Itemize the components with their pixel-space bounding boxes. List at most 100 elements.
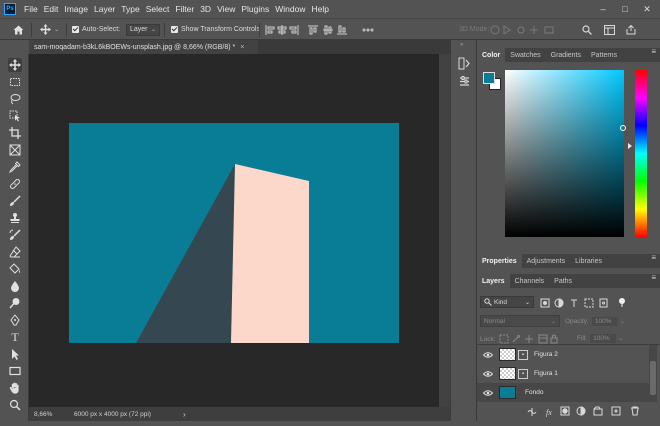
blur-icon[interactable] [8, 279, 22, 293]
move-tool-preset-picker[interactable]: ⌄ [40, 19, 62, 40]
photoshop-logo: Ps [4, 3, 16, 15]
canvas-area[interactable] [29, 54, 439, 407]
lock-controls: Lock: [480, 334, 559, 344]
show-transform-controls-checkbox[interactable]: Show Transform Controls [171, 19, 260, 40]
layer-row-figura-1[interactable]: ▪ Figura 1 [477, 364, 649, 383]
layer-filter-icons[interactable] [539, 296, 629, 308]
tools-panel: T [0, 54, 29, 421]
tab-paths[interactable]: Paths [549, 274, 577, 288]
eye-icon[interactable] [481, 370, 495, 377]
tab-patterns[interactable]: Patterns [586, 48, 622, 62]
pen-icon[interactable] [8, 313, 22, 327]
separator [164, 23, 165, 37]
eyedropper-icon[interactable] [8, 160, 22, 174]
fx-icon: fx [546, 408, 552, 417]
menu-filter[interactable]: Filter [172, 4, 197, 14]
menu-select[interactable]: Select [143, 4, 173, 14]
status-menu-arrow-icon[interactable]: › [183, 410, 186, 419]
eraser-icon[interactable] [8, 245, 22, 259]
menu-file[interactable]: File [21, 4, 41, 14]
tab-properties[interactable]: Properties [477, 254, 522, 268]
menu-help[interactable]: Help [308, 4, 331, 14]
panel-menu-icon[interactable]: ≡ [651, 254, 656, 262]
path-selection-icon[interactable] [8, 347, 22, 361]
rectangular-marquee-icon[interactable] [8, 75, 22, 89]
tab-color[interactable]: Color [477, 48, 506, 62]
layer-thumbnail [499, 386, 516, 399]
tab-libraries[interactable]: Libraries [570, 254, 607, 268]
clone-stamp-icon[interactable] [8, 211, 22, 225]
foreground-color-swatch[interactable] [483, 72, 495, 84]
zoom-level[interactable]: 8,66% [34, 411, 68, 418]
close-icon[interactable]: × [240, 44, 244, 51]
maximize-button[interactable]: □ [614, 0, 636, 18]
menu-window[interactable]: Window [272, 4, 308, 14]
auto-select-target-dropdown[interactable]: Layer ⌄ [126, 19, 160, 40]
frame-icon[interactable] [8, 143, 22, 157]
paint-bucket-icon[interactable] [8, 262, 22, 276]
menu-view[interactable]: View [214, 4, 238, 14]
dodge-icon[interactable] [8, 296, 22, 310]
auto-select-checkbox[interactable]: Auto-Select: [72, 19, 120, 40]
tab-adjustments[interactable]: Adjustments [522, 254, 571, 268]
layer-row-fondo[interactable]: Fondo [477, 383, 649, 402]
tab-layers[interactable]: Layers [477, 274, 510, 288]
layer-filter-dropdown[interactable]: Kind ⌄ [480, 296, 534, 308]
history-brush-icon[interactable] [8, 228, 22, 242]
menu-plugins[interactable]: Plugins [238, 4, 272, 14]
layers-scrollbar[interactable] [649, 345, 657, 402]
opacity-value[interactable]: 100% [591, 317, 618, 326]
crop-icon[interactable] [8, 126, 22, 140]
zoom-tool-icon[interactable] [8, 398, 22, 412]
object-selection-icon[interactable] [8, 109, 22, 123]
menu-type[interactable]: Type [118, 4, 142, 14]
fill-label: Fill: [577, 335, 588, 342]
fill-value[interactable]: 100% [590, 334, 617, 343]
properties-panel-icon[interactable] [459, 74, 470, 92]
vertical-scrollbar[interactable] [439, 54, 450, 407]
tab-swatches[interactable]: Swatches [505, 48, 545, 62]
share-icon[interactable] [626, 19, 640, 40]
tab-gradients[interactable]: Gradients [546, 48, 586, 62]
layer-row-figura-2[interactable]: ▪ Figura 2 [477, 345, 649, 364]
document-canvas[interactable] [69, 123, 399, 343]
fill-control[interactable]: Fill: 100% ⌄ [577, 334, 623, 343]
brush-icon[interactable] [8, 194, 22, 208]
layer-thumbnail [499, 348, 516, 361]
blend-mode-dropdown[interactable]: Normal ⌄ [480, 315, 560, 327]
type-tool-icon[interactable]: T [8, 330, 22, 344]
tab-channels[interactable]: Channels [510, 274, 550, 288]
workspace-icon[interactable] [604, 19, 618, 40]
layer-name: Figura 2 [534, 351, 558, 358]
minimize-button[interactable]: – [592, 0, 614, 18]
panel-menu-icon[interactable]: ≡ [651, 48, 656, 56]
smart-object-icon: ▪ [518, 349, 528, 360]
home-icon[interactable] [10, 19, 26, 40]
collapse-arrows-icon[interactable]: » [460, 42, 463, 48]
document-tab[interactable]: sam-moqadam-b3kL6kBOEWs-unsplash.jpg @ 8… [29, 40, 258, 54]
healing-brush-icon[interactable] [8, 177, 22, 191]
panel-menu-icon[interactable]: ≡ [651, 274, 656, 282]
history-panel-icon[interactable] [458, 57, 471, 75]
search-icon[interactable] [582, 19, 596, 40]
move-tool-icon[interactable] [8, 58, 22, 72]
document-dimensions: 6000 px x 4000 px (72 ppi) [74, 410, 151, 418]
right-panel-dock: Color Swatches Gradients Patterns ≡ Prop… [477, 40, 660, 421]
lasso-icon[interactable] [8, 92, 22, 106]
hue-slider-thumb-icon[interactable] [628, 143, 632, 149]
menu-edit[interactable]: Edit [41, 4, 62, 14]
color-saturation-field[interactable] [505, 70, 626, 237]
menu-3d[interactable]: 3D [197, 4, 214, 14]
close-window-button[interactable]: ✕ [636, 0, 658, 18]
move-icon [40, 24, 51, 35]
menu-image[interactable]: Image [61, 4, 91, 14]
eye-icon[interactable] [481, 351, 495, 358]
color-picker-cursor[interactable] [620, 125, 626, 131]
opacity-control[interactable]: Opacity: 100% ⌄ [565, 317, 625, 326]
hand-icon[interactable] [8, 381, 22, 395]
layers-scrollbar-thumb[interactable] [650, 361, 656, 395]
hue-slider[interactable] [635, 70, 647, 237]
rectangle-tool-icon[interactable] [8, 364, 22, 378]
menu-layer[interactable]: Layer [91, 4, 118, 14]
eye-icon[interactable] [481, 389, 495, 396]
